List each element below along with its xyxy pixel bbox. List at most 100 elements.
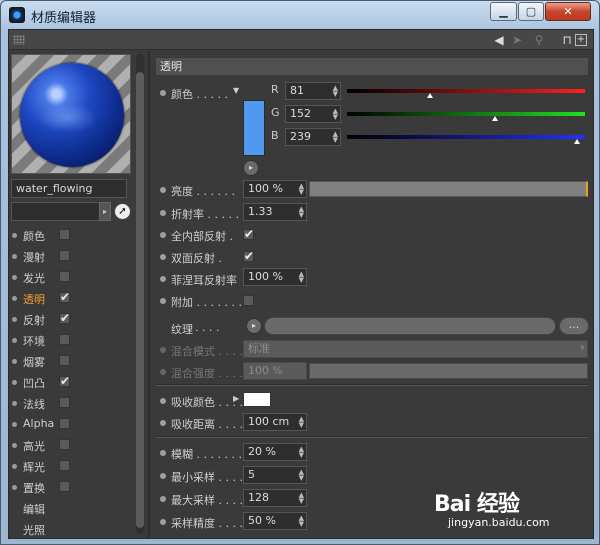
refraction-row: 折射率 . . . . . .	[154, 203, 593, 223]
channel-checkbox[interactable]	[59, 481, 70, 492]
double-reflection-checkbox[interactable]: ✔	[243, 250, 254, 262]
scrollbar-thumb[interactable]	[136, 72, 144, 528]
material-dropdown[interactable]	[11, 202, 111, 221]
channel-item[interactable]: Alpha	[9, 414, 133, 435]
g-field[interactable]: 152 ▲ ▼	[285, 105, 341, 123]
window-title: 材质编辑器	[31, 11, 97, 26]
channel-checkbox[interactable]	[59, 460, 70, 471]
channel-item[interactable]: 置换	[9, 477, 133, 498]
total-internal-checkbox[interactable]: ✔	[243, 228, 254, 240]
title-bar[interactable]: 材质编辑器 ▁ ▢ ✕	[1, 1, 600, 29]
keyframe-dot[interactable]	[160, 398, 166, 404]
maximize-button[interactable]: ▢	[518, 2, 544, 21]
brightness-field[interactable]: 100 % ▲ ▼	[243, 180, 307, 198]
brightness-slider[interactable]	[309, 181, 588, 197]
panel-divider[interactable]	[148, 51, 150, 538]
max-samples-field[interactable]: 128 ▲ ▼	[243, 489, 307, 507]
new-window-icon[interactable]: +	[575, 34, 587, 46]
absorb-color-arrow-icon[interactable]: ▶	[233, 394, 239, 403]
keyframe-dot[interactable]	[160, 187, 166, 193]
color-mode-arrow-icon[interactable]: ▼	[233, 86, 239, 95]
keyframe-dot[interactable]	[160, 232, 166, 238]
grip-icon[interactable]	[13, 35, 25, 45]
keyframe-dot[interactable]	[160, 210, 166, 216]
channel-checkbox[interactable]: ✔	[59, 291, 70, 303]
channel-checkbox[interactable]	[59, 355, 70, 366]
material-name-field[interactable]: water_flowing	[11, 179, 127, 198]
fresnel-field[interactable]: 100 % ▲ ▼	[243, 268, 307, 286]
keyframe-dot[interactable]	[160, 450, 166, 456]
keyframe-dot[interactable]	[160, 276, 166, 282]
mix-strength-field[interactable]: 100 %	[243, 362, 307, 380]
close-button[interactable]: ✕	[545, 2, 591, 21]
sample-accuracy-field[interactable]: 50 % ▲ ▼	[243, 512, 307, 530]
channel-item[interactable]: 高光	[9, 435, 133, 456]
keyframe-dot[interactable]	[160, 420, 166, 426]
channel-checkbox[interactable]	[59, 250, 70, 261]
channel-item[interactable]: 编辑	[9, 498, 133, 519]
color-expand-button[interactable]: ▸	[243, 160, 259, 176]
channel-checkbox[interactable]	[59, 418, 70, 429]
channel-item[interactable]: 辉光	[9, 456, 133, 477]
channel-item[interactable]: 反射 ✔	[9, 309, 133, 330]
left-scrollbar[interactable]	[136, 54, 144, 534]
mix-mode-select[interactable]: 标准 ▼	[243, 340, 588, 358]
channel-item[interactable]: 法线	[9, 393, 133, 414]
color-swatch[interactable]	[243, 100, 265, 156]
channel-item[interactable]: 光照	[9, 519, 133, 540]
blur-field[interactable]: 20 % ▲ ▼	[243, 443, 307, 461]
channel-checkbox[interactable]: ✔	[59, 375, 70, 387]
min-samples-field[interactable]: 5 ▲ ▼	[243, 466, 307, 484]
b-slider[interactable]	[347, 135, 585, 139]
texture-slot[interactable]	[264, 317, 556, 335]
watermark-brand: Bai 经验	[434, 492, 520, 517]
absorb-distance-field[interactable]: 100 cm ▲ ▼	[243, 413, 307, 431]
channel-checkbox[interactable]	[59, 334, 70, 345]
r-slider[interactable]	[347, 89, 585, 93]
material-preview[interactable]	[11, 54, 131, 174]
keyframe-dot[interactable]	[160, 473, 166, 479]
channel-label: 凹凸	[23, 377, 45, 390]
keyframe-dot[interactable]	[160, 519, 166, 525]
pick-cursor-icon[interactable]: ➚	[114, 203, 131, 220]
channel-checkbox[interactable]	[59, 271, 70, 282]
minimize-button[interactable]: ▁	[490, 2, 517, 21]
channel-checkbox[interactable]: ✔	[59, 312, 70, 324]
keyframe-dot[interactable]	[160, 298, 166, 304]
g-slider[interactable]	[347, 112, 585, 116]
channel-item[interactable]: 透明 ✔	[9, 288, 133, 309]
channel-item[interactable]: 烟雾	[9, 351, 133, 372]
channel-item[interactable]: 颜色	[9, 225, 133, 246]
channel-item[interactable]: 漫射	[9, 246, 133, 267]
channel-label: 发光	[23, 272, 45, 285]
pin-icon[interactable]: ⚲	[531, 32, 547, 48]
keyframe-dot[interactable]	[160, 496, 166, 502]
r-field[interactable]: 81 ▲ ▼	[285, 82, 341, 100]
channel-label: 辉光	[23, 461, 45, 474]
channel-dot	[12, 317, 17, 322]
channel-item[interactable]: 发光	[9, 267, 133, 288]
channel-checkbox[interactable]	[59, 229, 70, 240]
forward-arrow-icon[interactable]: ➤	[509, 32, 525, 48]
g-slider-handle[interactable]	[492, 116, 498, 121]
r-slider-handle[interactable]	[427, 93, 433, 98]
channel-item[interactable]: 凹凸 ✔	[9, 372, 133, 393]
absorb-color-swatch[interactable]	[243, 392, 271, 407]
dropdown-arrow-icon[interactable]: ▸	[99, 202, 111, 221]
texture-menu-button[interactable]: ▸	[246, 318, 262, 334]
channel-checkbox[interactable]	[59, 397, 70, 408]
b-field[interactable]: 239 ▲ ▼	[285, 128, 341, 146]
lock-icon[interactable]: ⊓	[559, 32, 575, 48]
keyframe-dot[interactable]	[160, 90, 166, 96]
channel-dot	[12, 380, 17, 385]
keyframe-dot	[160, 369, 166, 375]
back-arrow-icon[interactable]: ◀	[491, 32, 507, 48]
b-slider-handle[interactable]	[574, 139, 580, 144]
refraction-field[interactable]: 1.33 ▲ ▼	[243, 203, 307, 221]
additive-checkbox[interactable]	[243, 295, 254, 306]
mix-strength-slider[interactable]	[309, 363, 588, 379]
channel-item[interactable]: 环境	[9, 330, 133, 351]
channel-checkbox[interactable]	[59, 439, 70, 450]
texture-more-button[interactable]: ...	[559, 317, 589, 335]
keyframe-dot[interactable]	[160, 254, 166, 260]
